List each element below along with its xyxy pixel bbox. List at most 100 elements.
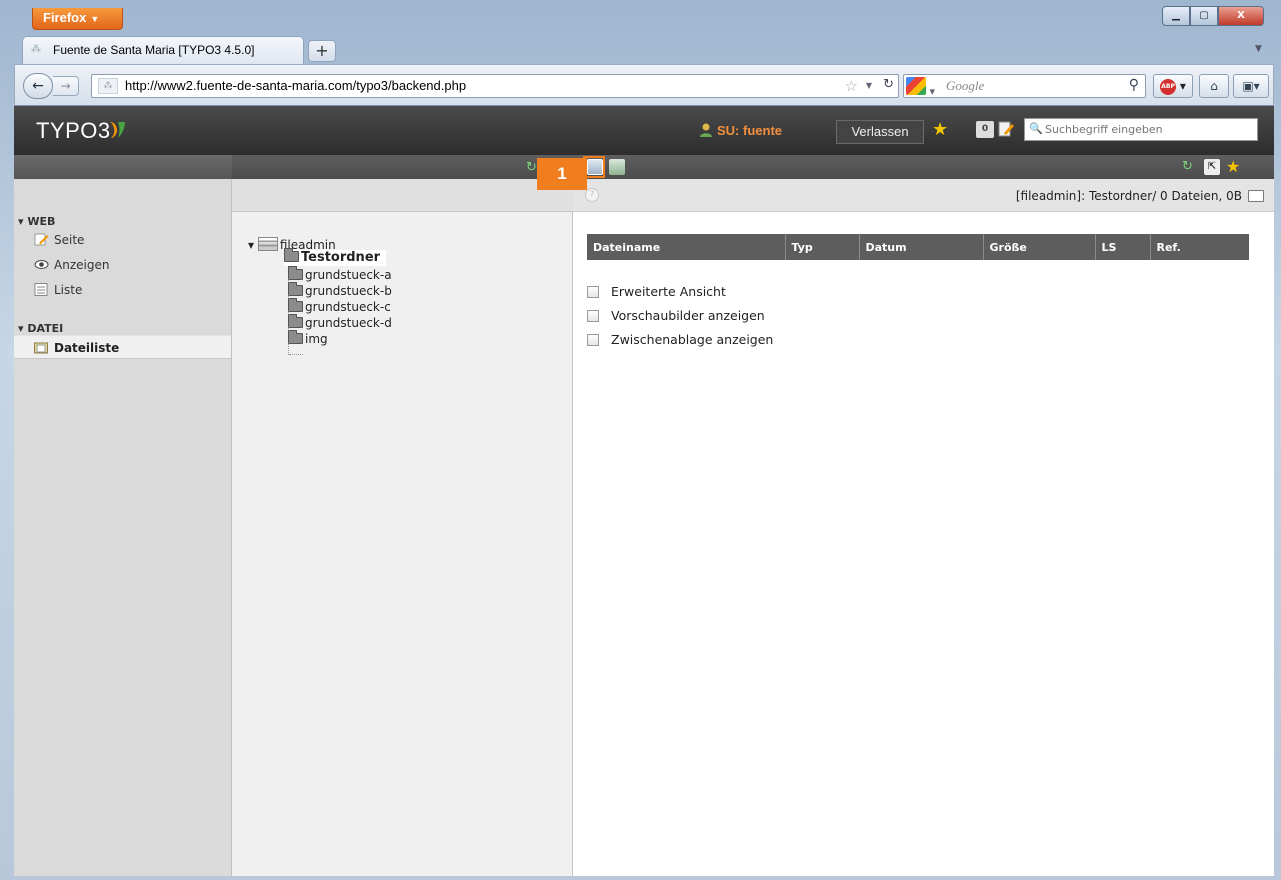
column-header-ls[interactable]: LS [1094,234,1150,260]
tree-connector [289,354,303,355]
tree-node[interactable]: grundstueck-b [288,282,392,299]
content-header: ? [fileadmin]: Testordner/ 0 Dateien, 0B [573,179,1274,212]
back-forward-group: ← → [23,73,87,99]
tree-node[interactable]: img [288,330,328,347]
typo3-backend: TYPO3 SU: fuente Verlassen ★ 0 🔍 ↻ ↻ ⇱ ★… [14,106,1274,876]
search-input[interactable]: Google [946,75,984,97]
menu-item-label: Anzeigen [54,258,110,272]
menu-item-label: Seite [54,233,85,247]
bookmark-star-icon[interactable]: ☆ [845,77,858,95]
module-toolbar: ↻ ↻ ⇱ ★ [14,155,1274,179]
help-icon[interactable]: ? [585,188,599,202]
live-search-input[interactable] [1045,121,1253,138]
tree-node-label: img [305,332,328,346]
eye-icon [34,260,49,269]
extended-view-checkbox[interactable] [587,286,599,298]
tree-node[interactable]: grundstueck-c [288,298,391,315]
menu-group-datei[interactable]: ▾ DATEI [18,322,63,335]
step-marker: 1 [537,158,587,190]
menu-item-anzeigen[interactable]: Anzeigen [14,253,231,277]
search-bar[interactable]: ▾ Google ⚲ [903,74,1146,98]
back-button[interactable]: ← [23,73,53,99]
url-bar[interactable]: ⁂ http://www2.fuente-de-santa-maria.com/… [91,74,899,98]
tree-header [232,179,573,212]
url-history-chevron-icon[interactable]: ▼ [866,81,872,90]
search-icon[interactable]: ⚲ [1129,77,1139,93]
list-icon [34,283,48,296]
folder-icon [288,298,303,312]
column-header-typ[interactable]: Typ [784,234,859,260]
minimize-button[interactable]: ▁ [1162,6,1190,26]
tree-node-label: grundstueck-a [305,268,392,282]
column-header-ref[interactable]: Ref. [1149,234,1249,260]
tree-collapse-icon[interactable]: ▾ [248,238,258,252]
typo3-logo-icon [110,122,125,138]
open-in-new-window-icon[interactable]: ⇱ [1204,159,1220,175]
option-clipboard[interactable]: Zwischenablage anzeigen [587,330,773,350]
option-label: Zwischenablage anzeigen [611,332,774,347]
option-extended-view[interactable]: Erweiterte Ansicht [587,282,726,302]
tree-node[interactable]: grundstueck-d [288,314,392,331]
table-header-row: Dateiname Typ Datum Größe LS Ref. [587,234,1249,260]
shortcut-star-icon[interactable]: ★ [932,119,948,140]
page-edit-icon [34,233,49,246]
folder-tree: ▾ fileadmin Testordner grundstueck-a gru… [232,179,573,876]
folder-path-info: [fileadmin]: Testordner/ 0 Dateien, 0B [1015,189,1242,203]
workspace-badge[interactable]: 0 [976,121,994,138]
menu-item-liste[interactable]: Liste [14,278,231,302]
folder-icon [288,330,303,344]
file-table-header: Dateiname Typ Datum Größe LS Ref. [587,234,1249,260]
search-engine-selector[interactable]: ▾ [906,77,942,98]
tab-list-chevron-icon[interactable]: ▼ [1255,44,1262,54]
folder-icon [288,266,303,280]
module-toolbar-area [232,155,1274,179]
folder-icon [1248,190,1264,202]
menu-item-seite[interactable]: Seite [14,228,231,252]
chevron-down-icon: ▼ [90,14,100,24]
column-header-datum[interactable]: Datum [858,234,983,260]
window-titlebar: Firefox ▼ ▁ ▢ X [0,0,1281,38]
thumbnails-checkbox[interactable] [587,310,599,322]
tree-node-selected[interactable]: Testordner [284,248,387,266]
tree-node-label: grundstueck-d [305,316,392,330]
upload-file-icon[interactable] [609,159,625,175]
tree-node[interactable]: grundstueck-a [288,266,392,283]
column-header-dateiname[interactable]: Dateiname [587,234,785,260]
typo3-logo[interactable]: TYPO3 [36,118,111,144]
adblock-icon: ABP [1160,78,1177,95]
typo3-topbar: TYPO3 SU: fuente Verlassen ★ 0 🔍 [14,106,1274,155]
logout-button[interactable]: Verlassen [836,120,924,144]
site-identity-icon[interactable]: ⁂ [98,78,118,94]
menu-group-web[interactable]: ▾ WEB [18,215,55,228]
close-window-button[interactable]: X [1218,6,1264,26]
step-highlight-box [583,156,605,178]
tree-node-label: grundstueck-c [305,300,391,314]
menu-item-dateiliste[interactable]: Dateiliste [14,335,231,359]
reload-icon[interactable]: ↻ [883,77,894,92]
column-header-groesse[interactable]: Größe [982,234,1095,260]
add-shortcut-icon[interactable]: ★ [1226,157,1242,176]
edit-icon[interactable] [998,121,1014,138]
module-menu: ▾ WEB Seite Anzeigen Liste ▾ DATEI Datei… [14,179,232,876]
option-thumbnails[interactable]: Vorschaubilder anzeigen [587,306,765,326]
forward-button[interactable]: → [53,76,79,96]
extension-button[interactable]: ▣▾ [1233,74,1269,98]
maximize-button[interactable]: ▢ [1190,6,1218,26]
switch-user-label: SU: fuente [717,123,782,138]
firefox-menu-button[interactable]: Firefox ▼ [32,8,123,30]
tab-title: Fuente de Santa Maria [TYPO3 4.5.0] [53,43,255,57]
option-label: Erweiterte Ansicht [611,284,726,299]
folder-icon [288,282,303,296]
url-text[interactable]: http://www2.fuente-de-santa-maria.com/ty… [125,75,466,97]
tree-node-label: Testordner [301,250,381,265]
clipboard-checkbox[interactable] [587,334,599,346]
firefox-menu-label: Firefox [43,10,87,25]
browser-tab[interactable]: ⁂ Fuente de Santa Maria [TYPO3 4.5.0] [22,36,304,64]
tree-node-label: grundstueck-b [305,284,392,298]
folder-icon [288,314,303,328]
home-button[interactable]: ⌂ [1199,74,1229,98]
adblock-button[interactable]: ABP ▾ [1153,74,1193,98]
reload-icon[interactable]: ↻ [1182,159,1198,175]
new-tab-button[interactable]: + [308,40,336,62]
live-search-field[interactable]: 🔍 [1024,118,1258,141]
